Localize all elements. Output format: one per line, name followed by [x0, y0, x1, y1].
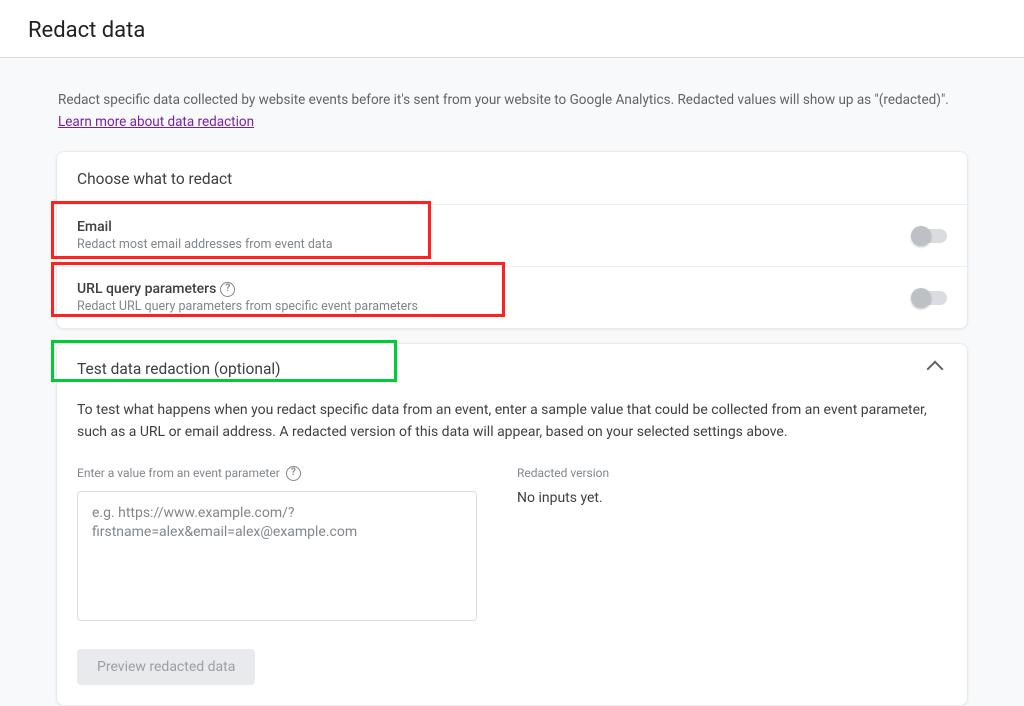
- row-title: URL query parameters: [77, 281, 418, 297]
- preview-redacted-button[interactable]: Preview redacted data: [77, 649, 255, 685]
- input-label: Enter a value from an event parameter: [77, 466, 477, 481]
- test-col-input: Enter a value from an event parameter: [77, 466, 477, 625]
- event-parameter-textarea[interactable]: [77, 491, 477, 621]
- page-title: Redact data: [28, 18, 996, 43]
- row-text: Email Redact most email addresses from e…: [77, 219, 333, 252]
- learn-more-link[interactable]: Learn more about data redaction: [58, 114, 254, 130]
- content: Redact specific data collected by websit…: [56, 90, 968, 706]
- toggle-email[interactable]: [913, 229, 947, 243]
- row-title-text: Email: [77, 219, 112, 235]
- test-columns: Enter a value from an event parameter Re…: [77, 466, 947, 625]
- row-text: URL query parameters Redact URL query pa…: [77, 281, 418, 314]
- help-icon[interactable]: [220, 282, 235, 297]
- row-subtitle: Redact most email addresses from event d…: [77, 237, 333, 252]
- redact-row-url-params: URL query parameters Redact URL query pa…: [57, 267, 967, 328]
- row-title-text: URL query parameters: [77, 281, 216, 297]
- toggle-url-params[interactable]: [913, 291, 947, 305]
- test-card: Test data redaction (optional) To test w…: [56, 343, 968, 705]
- test-card-body: To test what happens when you redact spe…: [57, 400, 967, 704]
- input-label-text: Enter a value from an event parameter: [77, 466, 280, 480]
- page-header: Redact data: [0, 0, 1024, 58]
- redacted-value: No inputs yet.: [517, 490, 947, 506]
- test-card-title: Test data redaction (optional): [77, 360, 281, 378]
- redacted-label: Redacted version: [517, 466, 947, 480]
- intro-description: Redact specific data collected by websit…: [58, 92, 949, 108]
- row-title: Email: [77, 219, 333, 235]
- row-subtitle: Redact URL query parameters from specifi…: [77, 299, 418, 314]
- help-icon[interactable]: [286, 466, 301, 481]
- redact-row-email: Email Redact most email addresses from e…: [57, 205, 967, 267]
- intro-text: Redact specific data collected by websit…: [56, 90, 968, 133]
- choose-card-title: Choose what to redact: [57, 152, 967, 205]
- test-description: To test what happens when you redact spe…: [77, 400, 947, 443]
- choose-card: Choose what to redact Email Redact most …: [56, 151, 968, 329]
- page-body: Redact specific data collected by websit…: [0, 58, 1024, 706]
- chevron-up-icon: [927, 361, 944, 378]
- test-col-output: Redacted version No inputs yet.: [517, 466, 947, 625]
- test-card-header[interactable]: Test data redaction (optional): [57, 344, 967, 392]
